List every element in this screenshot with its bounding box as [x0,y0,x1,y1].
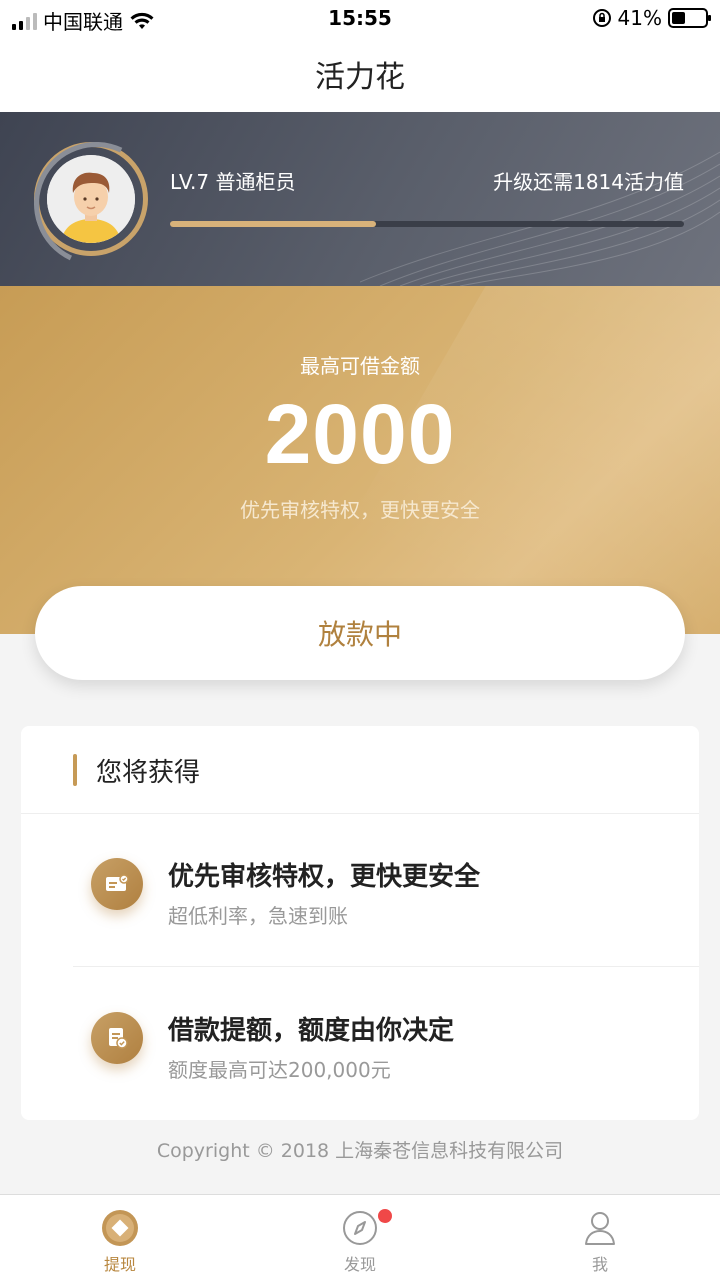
document-check-icon [91,1012,143,1064]
status-right: 41% [592,6,711,30]
compass-icon [341,1209,379,1247]
credit-hero: 最高可借金额 2000 优先审核特权，更快更安全 [0,286,720,634]
upgrade-hint: 升级还需1814活力值 [493,170,684,194]
tab-label: 发现 [343,1255,376,1274]
tab-withdraw[interactable]: 提现 [0,1195,240,1280]
title-accent-bar [73,754,77,786]
tab-label: 提现 [103,1255,136,1274]
benefit-desc: 额度最高可达200,000元 [168,1058,391,1082]
status-bar: 中国联通 15:55 41% [0,0,720,36]
hero-label: 最高可借金额 [300,354,420,378]
id-card-icon [91,858,143,910]
benefit-title: 借款提额，额度由你决定 [168,1016,455,1046]
notification-badge [378,1209,392,1223]
level-progress-bar [170,221,684,227]
loan-status-button[interactable]: 放款中 [35,586,685,680]
nav-bar: 活力花 [0,36,720,112]
person-icon [581,1209,619,1247]
level-progress-fill [170,221,376,227]
benefit-item: 借款提额，额度由你决定 额度最高可达200,000元 [21,968,699,1120]
user-avatar-icon [47,155,135,243]
battery-icon [668,8,711,28]
diamond-coin-icon [101,1209,139,1247]
page-title: 活力花 [315,60,405,95]
tab-label: 我 [591,1255,608,1274]
copyright-text: Copyright © 2018 上海秦苍信息科技有限公司 [156,1140,564,1162]
benefits-header: 您将获得 [21,726,699,814]
tab-bar: 提现 发现 我 [0,1194,720,1280]
benefit-title: 优先审核特权，更快更安全 [168,862,481,892]
rotation-lock-icon [592,9,611,27]
benefit-divider [73,966,699,967]
credit-amount: 2000 [264,387,456,481]
wave-decoration [360,151,720,286]
benefit-item: 优先审核特权，更快更安全 超低利率，急速到账 [21,814,699,966]
avatar [47,155,135,243]
tab-discover[interactable]: 发现 [240,1195,480,1280]
battery-level [672,12,686,24]
level-label: LV.7 普通柜员 [170,170,296,194]
tab-me[interactable]: 我 [480,1195,720,1280]
benefits-title: 您将获得 [96,758,201,788]
hero-subtitle: 优先审核特权，更快更安全 [240,498,480,522]
benefit-desc: 超低利率，急速到账 [168,904,348,928]
battery-percent: 41% [617,6,662,30]
benefits-card: 您将获得 优先审核特权，更快更安全 超低利率，急速到账 借款提额，额度由你决定 … [21,726,699,1120]
avatar-ring[interactable] [34,142,148,256]
